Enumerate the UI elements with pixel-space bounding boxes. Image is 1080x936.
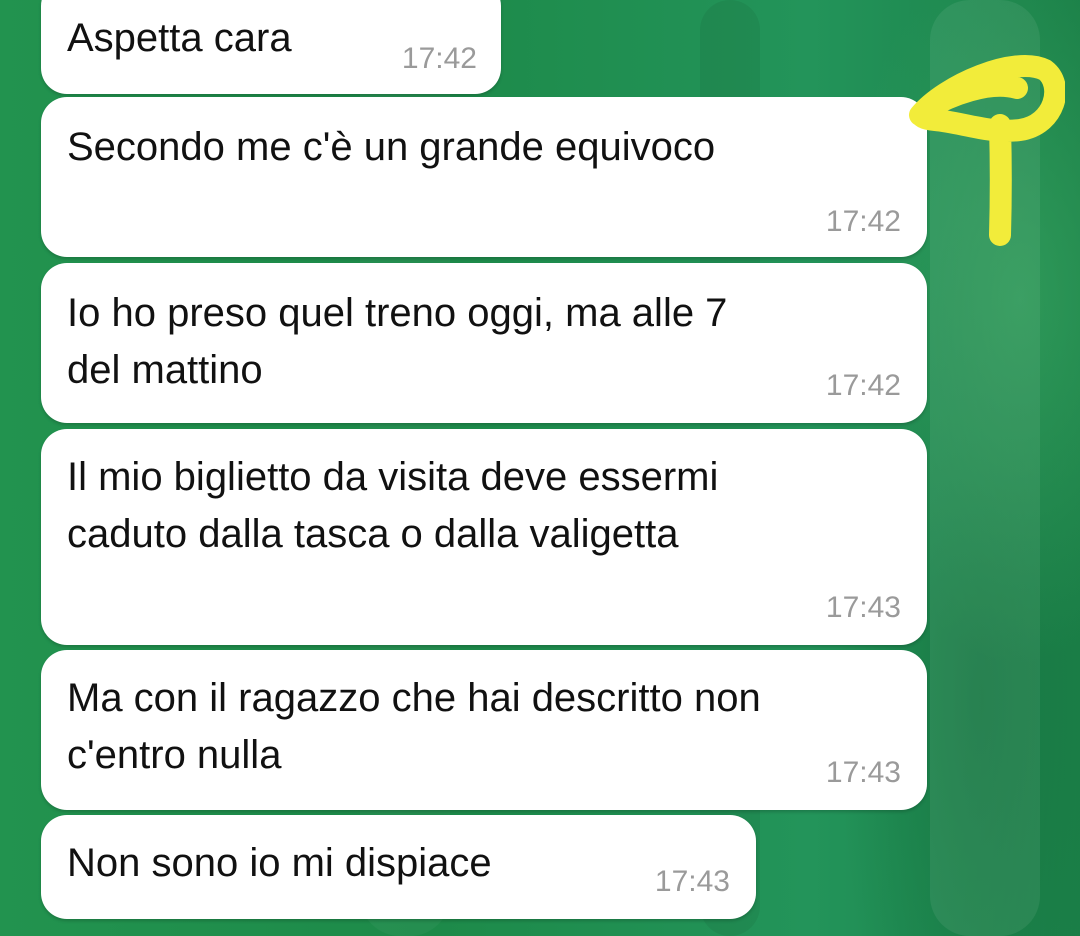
message-bubble[interactable]: Non sono io mi dispiace 17:43 <box>41 815 756 919</box>
message-text: Ma con il ragazzo che hai descritto non … <box>67 676 761 777</box>
message-time: 17:42 <box>825 205 901 238</box>
yellow-marker-doodle <box>909 55 1065 246</box>
message-bubble[interactable]: Il mio biglietto da visita deve essermi … <box>41 429 927 645</box>
message-time: 17:43 <box>654 865 730 898</box>
message-time: 17:43 <box>825 756 901 789</box>
message-bubble[interactable]: Aspetta cara 17:42 <box>41 0 501 94</box>
message-text: Aspetta cara <box>67 16 292 60</box>
message-text: Io ho preso quel treno oggi, ma alle 7 d… <box>67 291 728 392</box>
message-bubble[interactable]: Ma con il ragazzo che hai descritto non … <box>41 650 927 810</box>
message-bubble[interactable]: Secondo me c'è un grande equivoco 17:42 <box>41 97 927 257</box>
message-time: 17:42 <box>825 369 901 402</box>
message-text: Il mio biglietto da visita deve essermi … <box>67 455 719 556</box>
message-time: 17:42 <box>401 42 477 75</box>
message-text: Non sono io mi dispiace <box>67 841 492 885</box>
message-time: 17:43 <box>825 591 901 624</box>
message-text: Secondo me c'è un grande equivoco <box>67 125 716 169</box>
message-bubble[interactable]: Io ho preso quel treno oggi, ma alle 7 d… <box>41 263 927 423</box>
